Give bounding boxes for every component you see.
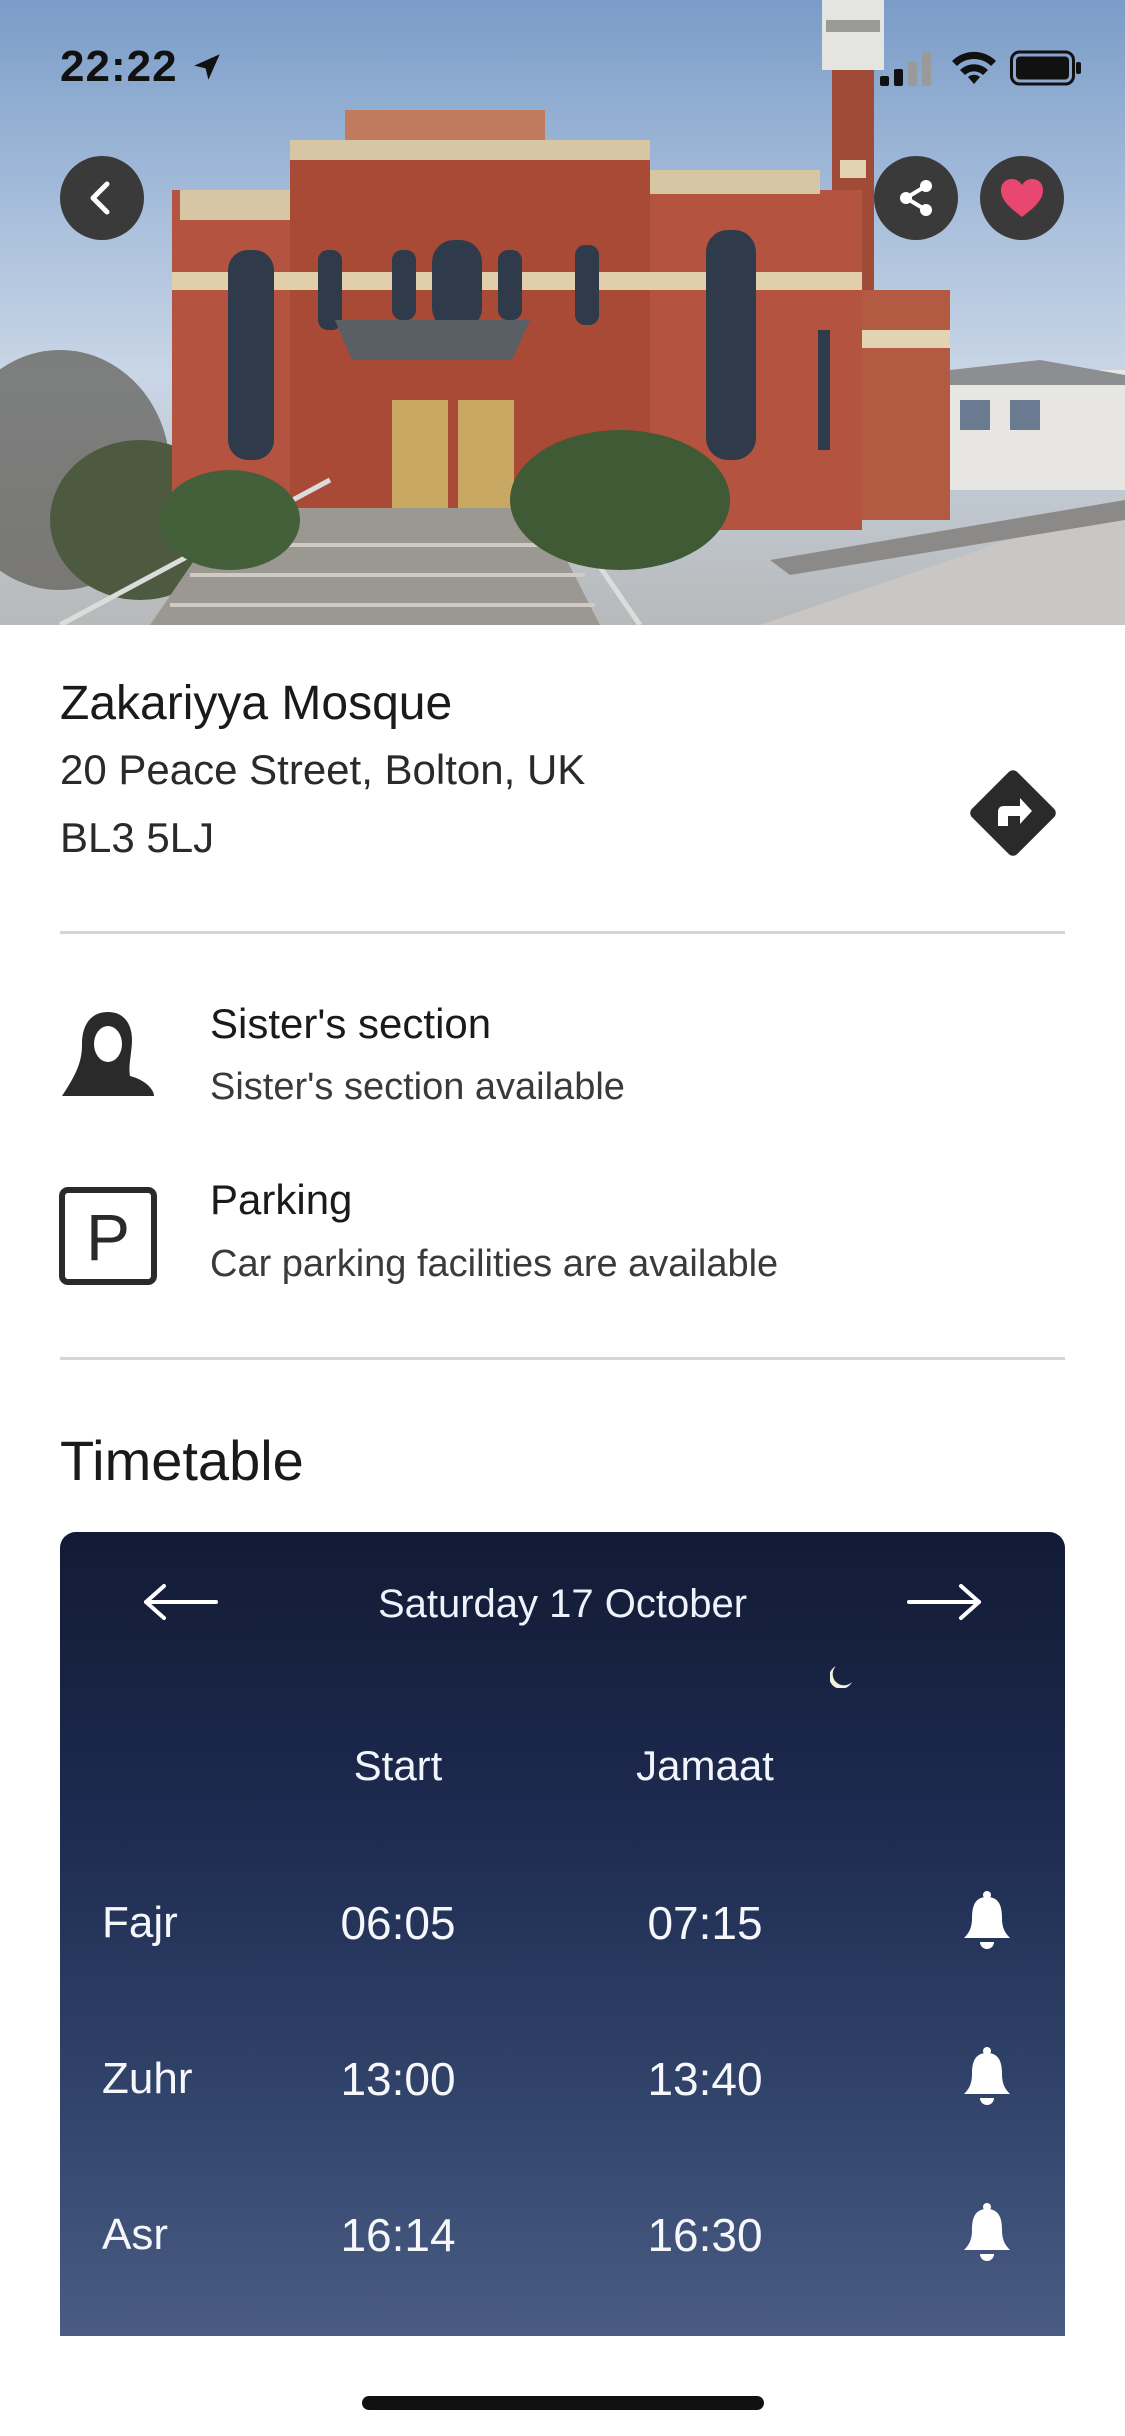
- heart-icon: [1001, 179, 1043, 217]
- status-time: 22:22: [60, 42, 178, 91]
- prayer-start-time: 06:05: [340, 1897, 456, 1949]
- next-day-arrow-icon[interactable]: [905, 1580, 985, 1624]
- divider: [60, 931, 1065, 934]
- prayer-name: Asr: [102, 2210, 168, 2259]
- crescent-moon-icon: [830, 1666, 852, 1688]
- prayer-row: Fajr 06:05 07:15: [60, 1870, 1065, 1970]
- prayer-name: Zuhr: [102, 2054, 193, 2103]
- bell-icon[interactable]: [960, 2046, 1014, 2106]
- back-button[interactable]: [60, 156, 144, 240]
- directions-icon[interactable]: [966, 766, 1060, 860]
- cellular-signal-icon: [880, 52, 931, 86]
- prayer-start-time: 16:14: [340, 2209, 456, 2261]
- facility-subtitle: Sister's section available: [210, 1066, 625, 1108]
- battery-icon: [1010, 50, 1081, 86]
- location-arrow-icon: [194, 54, 220, 80]
- status-bar: 22:22: [0, 0, 1125, 140]
- parking-icon: P: [59, 1187, 157, 1285]
- timetable-title: Timetable: [60, 1429, 304, 1492]
- prayer-name: Fajr: [102, 1898, 178, 1947]
- share-icon: [900, 180, 932, 216]
- facility-subtitle: Car parking facilities are available: [210, 1243, 779, 1285]
- column-header-jamaat: Jamaat: [636, 1742, 774, 1789]
- bell-icon[interactable]: [960, 2202, 1014, 2262]
- bell-icon[interactable]: [960, 1890, 1014, 1950]
- column-header-start: Start: [353, 1742, 443, 1789]
- home-indicator[interactable]: [362, 2396, 764, 2410]
- wifi-icon: [952, 51, 996, 84]
- prayer-row: Zuhr 13:00 13:40: [60, 2026, 1065, 2126]
- prayer-jamaat-time: 07:15: [647, 1897, 763, 1949]
- prayer-jamaat-time: 13:40: [647, 2053, 763, 2105]
- address-postcode: BL3 5LJ: [60, 814, 215, 861]
- back-arrow-icon: [90, 181, 110, 215]
- svg-text:P: P: [86, 1200, 130, 1274]
- divider: [60, 1357, 1065, 1360]
- prayer-row: Asr 16:14 16:30: [60, 2182, 1065, 2282]
- address-line-1: 20 Peace Street, Bolton, UK: [60, 746, 586, 793]
- sister-hijab-icon: [62, 1012, 154, 1096]
- prayer-start-time: 13:00: [340, 2053, 456, 2105]
- mosque-name: Zakariyya Mosque: [60, 677, 453, 730]
- timetable-card: Saturday 17 October Start Jamaat Fajr 06…: [60, 1532, 1065, 2336]
- facility-title: Parking: [210, 1176, 353, 1223]
- facility-title: Sister's section: [210, 1000, 492, 1047]
- favorite-button[interactable]: [980, 156, 1064, 240]
- share-button[interactable]: [874, 156, 958, 240]
- prayer-jamaat-time: 16:30: [647, 2209, 763, 2261]
